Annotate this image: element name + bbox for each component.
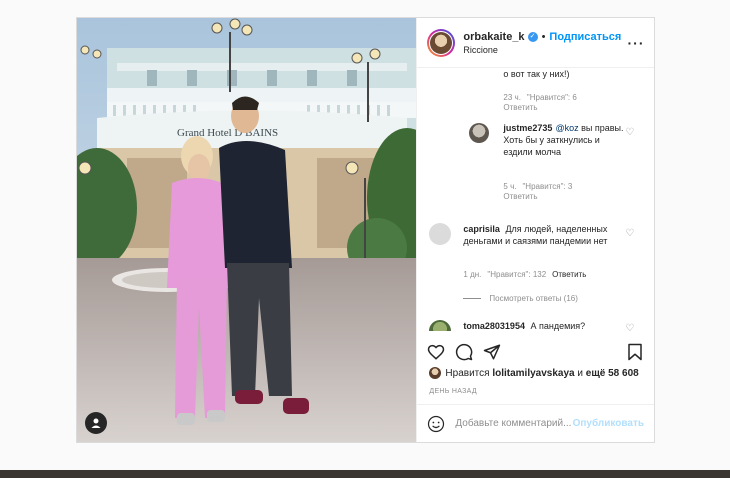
liker-avatar[interactable] <box>429 367 442 379</box>
comment-meta: 1 дн. "Нравится": 132 Ответить <box>463 269 586 281</box>
post-date[interactable]: ДЕНЬ НАЗАД <box>429 388 477 395</box>
screen: Grand Hotel D BAINS orbakaite_k ✓ • Подп… <box>0 0 730 478</box>
action-bar <box>417 339 654 365</box>
follow-button[interactable]: Подписаться <box>549 31 621 43</box>
share-paper-plane-icon[interactable] <box>483 343 501 361</box>
add-comment-bar: Добавьте комментарий... Опубликовать <box>417 404 654 442</box>
comment-time[interactable]: 1 дн. <box>463 270 481 279</box>
comment-text: А пандемия? <box>530 321 586 331</box>
comments-list: о вот так у них!) 23 ч. "Нравится": 6 Отв… <box>417 68 654 331</box>
separator-dot: • <box>541 30 546 43</box>
likes-count-button[interactable]: ещё 58 608 <box>586 368 639 379</box>
reply-button[interactable]: Ответить <box>552 270 586 279</box>
comment-time[interactable]: 5 ч. <box>503 182 516 191</box>
post-side-panel: orbakaite_k ✓ • Подписаться Riccione ···… <box>416 18 654 442</box>
view-replies-button[interactable]: Посмотреть ответы (16) <box>463 293 578 305</box>
post-modal: Grand Hotel D BAINS orbakaite_k ✓ • Подп… <box>76 17 655 443</box>
user-tag-button[interactable] <box>85 412 107 434</box>
view-replies-label[interactable]: Посмотреть ответы (16) <box>489 294 577 303</box>
hotel-photo-image: Grand Hotel D BAINS <box>77 18 417 442</box>
reply-button[interactable]: Ответить <box>503 102 537 114</box>
commenter-avatar[interactable] <box>429 223 452 245</box>
person-icon <box>91 418 101 428</box>
liker-username[interactable]: lolitamilyavskaya <box>492 368 574 379</box>
like-comment-heart-icon[interactable]: ♡ <box>625 229 635 239</box>
commenter-avatar[interactable] <box>469 123 490 143</box>
post-photo[interactable]: Grand Hotel D BAINS <box>77 18 417 442</box>
comment-likes[interactable]: "Нравится": 6 <box>527 93 577 102</box>
likes-prefix: Нравится <box>445 367 490 379</box>
comment-body: caprisila Для людей, наделенных деньгами… <box>463 223 623 247</box>
comment-likes[interactable]: "Нравится": 3 <box>522 182 572 191</box>
author-avatar[interactable] <box>427 28 456 57</box>
emoji-icon[interactable] <box>427 415 445 433</box>
more-options-icon[interactable]: ··· <box>626 35 646 51</box>
save-bookmark-icon[interactable] <box>627 343 643 361</box>
comment-mention[interactable]: @koz <box>555 123 578 133</box>
like-comment-heart-icon[interactable]: ♡ <box>625 324 635 332</box>
post-header: orbakaite_k ✓ • Подписаться Riccione ··· <box>417 18 654 68</box>
commenter-avatar[interactable] <box>429 320 452 331</box>
comment-body: toma28031954 А пандемия? <box>463 320 623 331</box>
commenter-username[interactable]: justme2735 <box>503 123 552 133</box>
verified-badge-icon: ✓ <box>527 31 538 42</box>
likes-summary: Нравится lolitamilyavskaya и ещё 58 608 <box>429 367 639 379</box>
post-comment-button[interactable]: Опубликовать <box>573 418 644 429</box>
comment-input[interactable]: Добавьте комментарий... <box>455 418 572 429</box>
comment-time[interactable]: 23 ч. <box>503 93 521 102</box>
commenter-username[interactable]: toma28031954 <box>463 321 525 331</box>
likes-conj: и <box>577 367 583 379</box>
like-comment-heart-icon[interactable]: ♡ <box>625 128 635 138</box>
commenter-username[interactable]: caprisila <box>463 224 500 234</box>
view-replies-line <box>463 298 482 300</box>
bottom-edge-strip <box>0 470 730 478</box>
location-link[interactable]: Riccione <box>463 45 626 55</box>
comment-bubble-icon[interactable] <box>455 343 473 361</box>
comment-likes[interactable]: "Нравится": 132 <box>487 270 546 279</box>
reply-button[interactable]: Ответить <box>503 191 537 203</box>
author-username[interactable]: orbakaite_k <box>463 31 524 43</box>
comment-text: о вот так у них!) <box>503 69 570 79</box>
comment-body: justme2735 @koz вы правы. Хоть бы у заткн… <box>503 122 631 158</box>
like-heart-icon[interactable] <box>427 343 445 361</box>
